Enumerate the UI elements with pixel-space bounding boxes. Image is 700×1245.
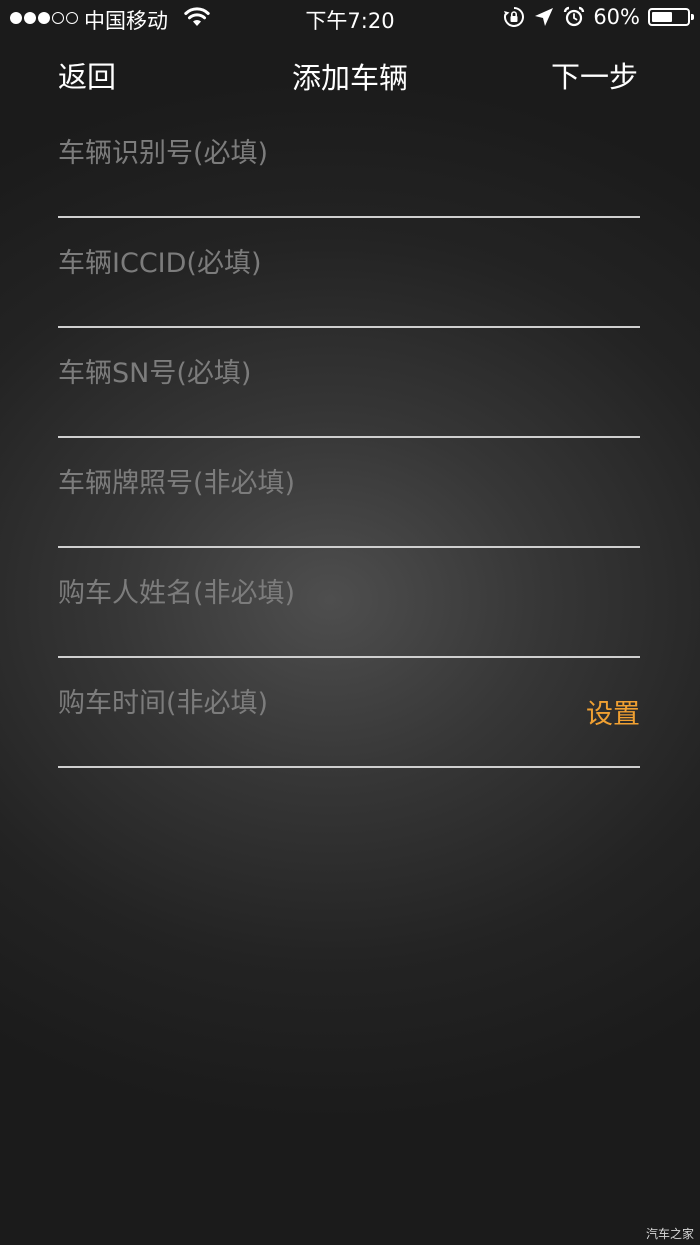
purchase-date-field-row: 设置 (58, 658, 640, 768)
rotation-lock-icon (504, 7, 525, 27)
purchase-date-input[interactable] (58, 688, 538, 719)
sn-input[interactable] (58, 358, 640, 389)
watermark: 汽车之家 (645, 1227, 694, 1241)
battery-level-fill (652, 12, 673, 22)
vin-input[interactable] (58, 138, 640, 169)
iccid-field-row (58, 218, 640, 328)
buyer-name-input[interactable] (58, 578, 640, 609)
alarm-icon (564, 6, 585, 27)
set-date-button[interactable]: 设置 (586, 692, 640, 731)
add-vehicle-form: 设置 (58, 108, 640, 768)
next-step-button[interactable]: 下一步 (551, 54, 638, 96)
navigation-bar: 返回 添加车辆 下一步 (0, 50, 700, 100)
buyer-name-field-row (58, 548, 640, 658)
battery-percentage: 60% (593, 5, 640, 29)
location-arrow-icon (535, 8, 554, 26)
status-bar: 中国移动 下午7:20 60% (0, 0, 700, 38)
status-right-group: 60% (503, 5, 694, 29)
license-plate-input[interactable] (58, 468, 640, 499)
battery-icon (648, 8, 694, 26)
iccid-input[interactable] (58, 248, 640, 279)
vin-field-row (58, 108, 640, 218)
battery-tip (691, 14, 694, 20)
plate-field-row (58, 438, 640, 548)
sn-field-row (58, 328, 640, 438)
back-button[interactable]: 返回 (58, 54, 116, 96)
